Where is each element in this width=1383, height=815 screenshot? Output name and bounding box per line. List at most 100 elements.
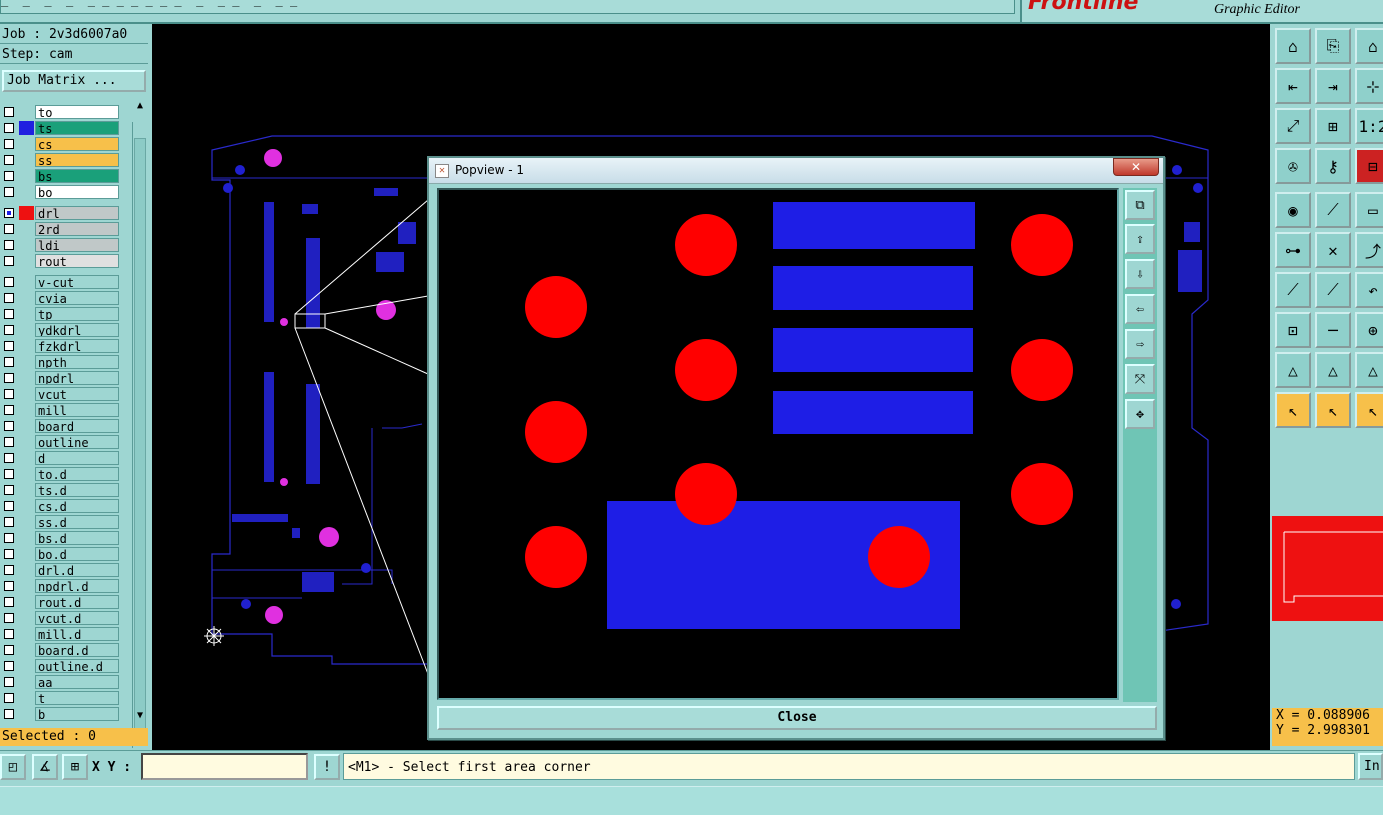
measure-tool-icon[interactable]: ✇ bbox=[1275, 148, 1311, 184]
layer-name[interactable]: cs bbox=[35, 137, 119, 151]
layer-checkbox[interactable] bbox=[4, 453, 14, 463]
layer-checkbox[interactable] bbox=[4, 629, 14, 639]
layer-checkbox[interactable] bbox=[4, 123, 14, 133]
layer-name[interactable]: fzkdrl bbox=[35, 339, 119, 353]
layer-name[interactable]: ldi bbox=[35, 238, 119, 252]
layer-name[interactable]: npth bbox=[35, 355, 119, 369]
pv-zoom-in-icon[interactable]: ⤧ bbox=[1125, 364, 1155, 394]
popview-close-button[interactable]: Close bbox=[437, 706, 1157, 730]
key-icon[interactable]: ⚷ bbox=[1315, 148, 1351, 184]
layer-color-swatch[interactable] bbox=[19, 185, 34, 199]
layer-color-swatch[interactable] bbox=[19, 355, 34, 369]
gui-step-icon[interactable]: ⎘ bbox=[1315, 28, 1351, 64]
undo-arc-icon[interactable]: ↶ bbox=[1355, 272, 1383, 308]
layer-row-v-cut[interactable]: v-cut bbox=[0, 274, 120, 290]
layer-name[interactable]: v-cut bbox=[35, 275, 119, 289]
layer-color-swatch[interactable] bbox=[19, 451, 34, 465]
layer-row-rout-d[interactable]: rout.d bbox=[0, 594, 120, 610]
layer-name[interactable]: vcut bbox=[35, 387, 119, 401]
layer-name[interactable]: aa bbox=[35, 675, 119, 689]
layer-row-2rd[interactable]: 2rd bbox=[0, 221, 120, 237]
layer-color-swatch[interactable] bbox=[19, 169, 34, 183]
layer-row-npdrl-d[interactable]: npdrl.d bbox=[0, 578, 120, 594]
pad-icon[interactable]: ⊡ bbox=[1275, 312, 1311, 348]
layer-checkbox[interactable] bbox=[4, 581, 14, 591]
layer-row-bs-d[interactable]: bs.d bbox=[0, 530, 120, 546]
pv-zoom-home-icon[interactable]: ⧉ bbox=[1125, 190, 1155, 220]
layer-color-swatch[interactable] bbox=[19, 419, 34, 433]
layer-row-ss[interactable]: ss bbox=[0, 152, 120, 168]
layer-checkbox[interactable] bbox=[4, 645, 14, 655]
layer-name[interactable]: to.d bbox=[35, 467, 119, 481]
layer-checkbox[interactable] bbox=[4, 501, 14, 511]
zoom-back-icon[interactable]: ⇤ bbox=[1275, 68, 1311, 104]
layer-checkbox[interactable] bbox=[4, 533, 14, 543]
layer-name[interactable]: tp bbox=[35, 307, 119, 321]
job-matrix-button[interactable]: Job Matrix ... bbox=[2, 70, 146, 92]
layer-checkbox[interactable] bbox=[4, 389, 14, 399]
pv-zoom-out-icon[interactable]: ✥ bbox=[1125, 399, 1155, 429]
line-red-icon[interactable]: ⟋ bbox=[1315, 192, 1351, 228]
layer-color-swatch[interactable] bbox=[19, 435, 34, 449]
layer-row-fzkdrl[interactable]: fzkdrl bbox=[0, 338, 120, 354]
line-blue-icon[interactable]: ⟋ bbox=[1315, 272, 1351, 308]
layer-row-npdrl[interactable]: npdrl bbox=[0, 370, 120, 386]
layer-name[interactable]: board.d bbox=[35, 643, 119, 657]
layer-name[interactable]: vcut.d bbox=[35, 611, 119, 625]
layer-color-swatch[interactable] bbox=[19, 707, 34, 721]
in-button[interactable]: In bbox=[1358, 753, 1383, 780]
scroll-up-icon[interactable]: ▲ bbox=[134, 100, 146, 112]
layer-row-vcut-d[interactable]: vcut.d bbox=[0, 610, 120, 626]
layer-checkbox[interactable] bbox=[4, 341, 14, 351]
layer-row-bo[interactable]: bo bbox=[0, 184, 120, 200]
layer-color-swatch[interactable] bbox=[19, 323, 34, 337]
layer-row-outline[interactable]: outline bbox=[0, 434, 120, 450]
layer-checkbox[interactable] bbox=[4, 613, 14, 623]
layer-color-swatch[interactable] bbox=[19, 499, 34, 513]
pv-zoom-left-icon[interactable]: ⇦ bbox=[1125, 294, 1155, 324]
layer-name[interactable]: bs bbox=[35, 169, 119, 183]
layer-name[interactable]: ydkdrl bbox=[35, 323, 119, 337]
layer-row-cs[interactable]: ✎cs bbox=[0, 136, 120, 152]
layer-color-swatch[interactable] bbox=[19, 483, 34, 497]
layer-name[interactable]: rout.d bbox=[35, 595, 119, 609]
layer-checkbox[interactable] bbox=[4, 139, 14, 149]
layer-row-b[interactable]: b bbox=[0, 706, 120, 722]
snap-grid-icon[interactable]: ◰ bbox=[0, 754, 26, 780]
popview-dialog[interactable]: ✕ Popview - 1 ✕ ⧉ ⇪ ⇩ ⇦ ⇨ ⤧ ✥ Close bbox=[427, 156, 1165, 740]
layer-name[interactable]: t bbox=[35, 691, 119, 705]
layer-color-swatch[interactable] bbox=[19, 238, 34, 252]
layer-checkbox[interactable] bbox=[4, 405, 14, 415]
layer-row-ss-d[interactable]: ss.d bbox=[0, 514, 120, 530]
layer-checkbox[interactable] bbox=[4, 677, 14, 687]
layer-name[interactable]: outline bbox=[35, 435, 119, 449]
layer-name[interactable]: ts bbox=[35, 121, 119, 135]
layer-color-swatch[interactable] bbox=[19, 563, 34, 577]
layer-name[interactable]: bs.d bbox=[35, 531, 119, 545]
layer-checkbox[interactable] bbox=[4, 373, 14, 383]
layer-row-board[interactable]: ✎board bbox=[0, 418, 120, 434]
layer-checkbox[interactable] bbox=[4, 293, 14, 303]
layer-color-swatch[interactable] bbox=[19, 254, 34, 268]
layer-row-mill-d[interactable]: ✎mill.d bbox=[0, 626, 120, 642]
layer-checkbox[interactable] bbox=[4, 309, 14, 319]
layer-row-bs[interactable]: bs bbox=[0, 168, 120, 184]
pv-zoom-up-icon[interactable]: ⇪ bbox=[1125, 224, 1155, 254]
layer-checkbox[interactable] bbox=[4, 208, 14, 218]
layer-color-swatch[interactable] bbox=[19, 531, 34, 545]
scroll-down-icon[interactable]: ▼ bbox=[134, 710, 146, 722]
layer-name[interactable]: outline.d bbox=[35, 659, 119, 673]
layer-name[interactable]: d bbox=[35, 451, 119, 465]
arc-red-icon[interactable]: ⟋ bbox=[1275, 272, 1311, 308]
layer-row-drl-d[interactable]: drl.d bbox=[0, 562, 120, 578]
pointer-box2-icon[interactable]: ↖ bbox=[1355, 392, 1383, 428]
layer-color-swatch[interactable] bbox=[19, 121, 34, 135]
layer-checkbox[interactable] bbox=[4, 597, 14, 607]
layer-color-swatch[interactable] bbox=[19, 659, 34, 673]
popview-canvas[interactable] bbox=[437, 188, 1119, 700]
triangle-r-icon[interactable]: △ bbox=[1355, 352, 1383, 388]
grid-lock-icon[interactable]: ⊞ bbox=[62, 754, 88, 780]
zoom-area-icon[interactable]: ⊞ bbox=[1315, 108, 1351, 144]
layer-row-npth[interactable]: npth bbox=[0, 354, 120, 370]
layer-checkbox[interactable] bbox=[4, 155, 14, 165]
